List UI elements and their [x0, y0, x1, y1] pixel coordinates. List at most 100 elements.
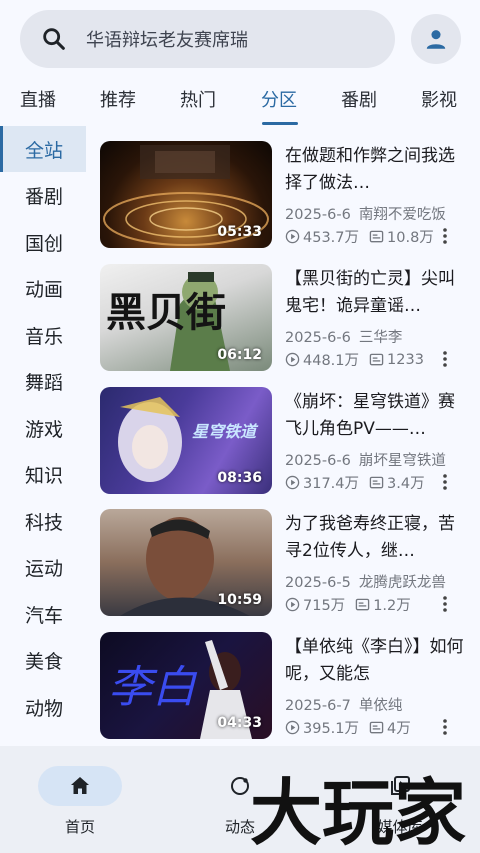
video-date: 2025-6-6: [285, 453, 351, 469]
video-date: 2025-6-6: [285, 207, 351, 223]
video-title[interactable]: 为了我爸寿终正寝，苦寻2位传人，继…: [285, 511, 465, 565]
video-card[interactable]: 05:33 在做题和作弊之间我选择了做法… 2025-6-6 南翔不爱吃饭 453…: [100, 141, 470, 249]
sidebar-item-label: 全站: [25, 139, 64, 162]
sidebar-item-label: 运动: [25, 557, 64, 580]
video-duration: 05:33: [217, 224, 262, 240]
watermark-text: 大玩家: [250, 772, 466, 852]
tab-category[interactable]: 分区: [261, 86, 297, 112]
sidebar-item-label: 动物: [25, 697, 64, 720]
video-thumbnail[interactable]: 李白 04:33: [100, 632, 272, 739]
video-author[interactable]: 崩坏星穹铁道: [359, 453, 446, 469]
sidebar-item-tech[interactable]: 科技: [0, 498, 86, 544]
sidebar-item-cars[interactable]: 汽车: [0, 591, 86, 637]
play-count-icon: [285, 352, 300, 367]
video-thumbnail[interactable]: 星穹铁道 08:36: [100, 387, 272, 494]
video-card[interactable]: 星穹铁道 08:36 《崩坏：星穹铁道》赛飞儿角色PV——… 2025-6-6 崩…: [100, 387, 470, 495]
view-count: 453.7万: [303, 230, 360, 246]
sidebar-item-label: 游戏: [25, 418, 64, 441]
more-vert-icon[interactable]: [442, 350, 448, 368]
video-thumbnail[interactable]: 黑贝街 06:12: [100, 264, 272, 371]
video-title[interactable]: 在做题和作弊之间我选择了做法…: [285, 143, 465, 197]
sidebar-item-animation[interactable]: 动画: [0, 265, 86, 311]
video-thumbnail[interactable]: 10:59: [100, 509, 272, 616]
home-icon: [71, 777, 89, 794]
sidebar-item-knowledge[interactable]: 知识: [0, 451, 86, 497]
video-duration: 04:33: [217, 715, 262, 731]
sidebar-item-music[interactable]: 音乐: [0, 312, 86, 358]
video-meta: 2025-6-6 三华李: [285, 326, 402, 347]
sidebar-item-dance[interactable]: 舞蹈: [0, 358, 86, 404]
play-count-icon: [285, 597, 300, 612]
tab-movies[interactable]: 影视: [421, 86, 457, 112]
video-title[interactable]: 【单依纯《李白》】如何呢，又能怎: [285, 634, 465, 688]
play-count-icon: [285, 720, 300, 735]
sidebar-item-label: 番剧: [25, 185, 64, 208]
more-vert-icon[interactable]: [442, 473, 448, 491]
view-count: 448.1万: [303, 353, 360, 369]
danmaku-count: 1233: [387, 351, 424, 368]
more-vert-icon[interactable]: [442, 718, 448, 736]
category-sidebar: 全站 番剧 国创 动画 音乐 舞蹈 游戏 知识 科技 运动 汽车 美食 动物: [0, 126, 86, 746]
video-meta: 2025-6-7 单依纯: [285, 694, 402, 715]
danmaku-icon: [369, 230, 384, 243]
search-bar[interactable]: 华语辩坛老友赛席瑞: [20, 10, 395, 68]
video-title[interactable]: 《崩坏：星穹铁道》赛飞儿角色PV——…: [285, 389, 465, 443]
view-count: 395.1万: [303, 721, 360, 737]
sidebar-item-food[interactable]: 美食: [0, 637, 86, 683]
account-icon: [426, 30, 446, 49]
sidebar-item-sports[interactable]: 运动: [0, 544, 86, 590]
video-author[interactable]: 三华李: [359, 330, 403, 346]
sidebar-item-label: 美食: [25, 650, 64, 673]
play-count-icon: [285, 229, 300, 244]
danmaku-icon: [369, 476, 384, 489]
search-input[interactable]: 华语辩坛老友赛席瑞: [86, 26, 248, 52]
danmaku-icon: [369, 721, 384, 734]
video-card[interactable]: 黑贝街 06:12 【黑贝街的亡灵】尖叫鬼宅！诡异童谣… 2025-6-6 三华李…: [100, 264, 470, 372]
tab-hot[interactable]: 热门: [180, 86, 216, 112]
video-date: 2025-6-6: [285, 330, 351, 346]
video-stats: 715万 1.2万: [285, 594, 411, 615]
danmaku-count: 3.4万: [387, 476, 425, 492]
video-date: 2025-6-5: [285, 575, 351, 591]
nav-item-home[interactable]: 首页: [0, 746, 160, 853]
video-stats: 448.1万 1233: [285, 349, 424, 370]
danmaku-count: 1.2万: [373, 598, 411, 614]
video-author[interactable]: 龙腾虎跃龙兽: [359, 575, 446, 591]
tab-bangumi[interactable]: 番剧: [341, 86, 377, 112]
video-title[interactable]: 【黑贝街的亡灵】尖叫鬼宅！诡异童谣…: [285, 266, 465, 320]
tab-live[interactable]: 直播: [20, 86, 56, 112]
sidebar-item-all[interactable]: 全站: [0, 126, 86, 172]
danmaku-icon: [369, 353, 384, 366]
video-card[interactable]: 10:59 为了我爸寿终正寝，苦寻2位传人，继… 2025-6-5 龙腾虎跃龙兽 …: [100, 509, 470, 617]
sidebar-item-label: 科技: [25, 511, 64, 534]
thumbnail-text: 黑贝街: [106, 289, 226, 336]
video-meta: 2025-6-5 龙腾虎跃龙兽: [285, 571, 446, 592]
nav-label: 首页: [64, 818, 95, 836]
dynamic-icon: [231, 777, 249, 795]
video-card[interactable]: 李白 04:33 【单依纯《李白》】如何呢，又能怎 2025-6-7 单依纯 39…: [100, 632, 470, 740]
more-vert-icon[interactable]: [442, 227, 448, 245]
more-vert-icon[interactable]: [442, 595, 448, 613]
sidebar-item-label: 动画: [25, 278, 64, 301]
sidebar-item-label: 音乐: [25, 325, 64, 348]
video-author[interactable]: 单依纯: [359, 698, 403, 714]
video-duration: 08:36: [217, 470, 262, 486]
sidebar-item-games[interactable]: 游戏: [0, 405, 86, 451]
video-meta: 2025-6-6 崩坏星穹铁道: [285, 449, 446, 470]
video-stats: 395.1万 4万: [285, 717, 411, 738]
sidebar-item-label: 汽车: [25, 604, 64, 627]
sidebar-item-guochuang[interactable]: 国创: [0, 219, 86, 265]
view-count: 715万: [303, 598, 346, 614]
video-author[interactable]: 南翔不爱吃饭: [359, 207, 446, 223]
video-thumbnail[interactable]: 05:33: [100, 141, 272, 248]
account-button[interactable]: [411, 14, 461, 64]
sidebar-item-label: 舞蹈: [25, 371, 64, 394]
tab-indicator: [262, 122, 298, 125]
sidebar-item-label: 国创: [25, 232, 64, 255]
danmaku-count: 4万: [387, 721, 411, 737]
tab-recommend[interactable]: 推荐: [100, 86, 136, 112]
thumbnail-text: 星穹铁道: [192, 422, 259, 441]
video-meta: 2025-6-6 南翔不爱吃饭: [285, 203, 446, 224]
sidebar-item-bangumi[interactable]: 番剧: [0, 172, 86, 218]
sidebar-item-animals[interactable]: 动物: [0, 684, 86, 730]
